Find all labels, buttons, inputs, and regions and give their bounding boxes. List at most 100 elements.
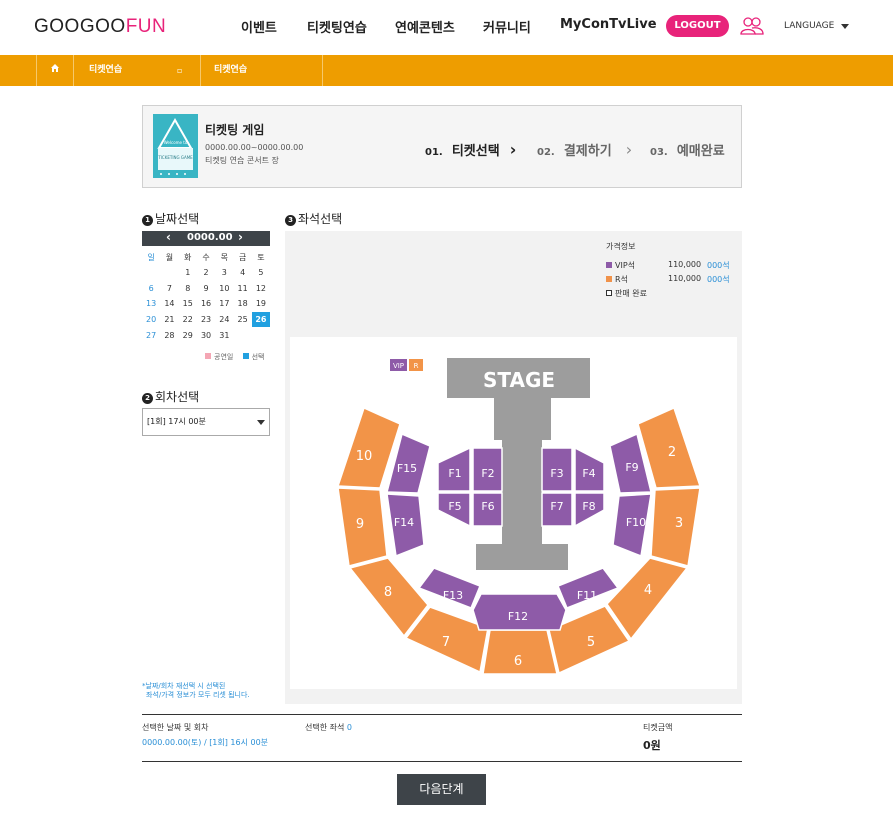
calendar-day[interactable]: 5: [252, 265, 270, 281]
section-5-label: 5: [587, 635, 595, 650]
event-title: 티켓팅 게임: [205, 123, 265, 137]
breadcrumb: 티켓연습 ▫ 티켓연습: [0, 55, 893, 86]
section-f10-label: F10: [626, 516, 646, 529]
step-number-badge: 1: [142, 215, 153, 226]
nav-item-mycontvlive[interactable]: MyConTvLive: [560, 17, 657, 32]
calendar-day[interactable]: 8: [179, 281, 197, 297]
calendar-day[interactable]: 31: [215, 327, 233, 343]
price-value: 0원: [643, 739, 661, 752]
calendar-day[interactable]: 24: [215, 312, 233, 328]
nav-item-entertainment[interactable]: 연예콘텐츠: [395, 17, 455, 36]
poster-text-top: Welcome to: [164, 140, 188, 145]
section-9-label: 9: [356, 517, 364, 532]
calendar-prev-button[interactable]: ‹: [166, 230, 171, 244]
calendar-day[interactable]: 6: [142, 281, 160, 297]
calendar-day[interactable]: 4: [233, 265, 251, 281]
price-row-soldout: 판매 완료: [606, 288, 647, 299]
vip-swatch: [606, 262, 612, 268]
calendar-legend: 공연일 선택: [205, 352, 264, 362]
section-f1-label: F1: [448, 467, 461, 480]
nav-item-community[interactable]: 커뮤니티: [483, 17, 531, 36]
section-f5-label: F5: [448, 500, 461, 513]
calendar-day[interactable]: 28: [160, 327, 178, 343]
r-tag-label: R: [414, 362, 419, 370]
calendar-day[interactable]: 25: [233, 312, 251, 328]
reset-note-line-2: 좌석/가격 정보가 모두 리셋 됩니다.: [146, 691, 250, 699]
calendar-day[interactable]: 23: [197, 312, 215, 328]
calendar-grid: 일월화수목금토 1 2 3 4 5 6 7 8 9 10 11 12 13 14 15 16 17 18 19 20 2…: [142, 250, 271, 343]
summary-bottom-divider: [142, 761, 742, 762]
calendar-day[interactable]: 18: [233, 296, 251, 312]
section-f12-label: F12: [508, 610, 528, 623]
calendar-day[interactable]: 13: [142, 296, 160, 312]
soldout-swatch: [606, 290, 612, 296]
step-2-label: 결제하기: [563, 144, 612, 159]
section-6-label: 6: [514, 654, 522, 669]
price-row-r-name: R석: [615, 275, 628, 284]
section-f13-label: F13: [443, 589, 463, 602]
session-dropdown[interactable]: [1회] 17시 00분: [142, 408, 270, 436]
calendar-day[interactable]: 29: [179, 327, 197, 343]
calendar-empty-cell: [142, 265, 160, 281]
step-1: 01. 티켓선택 ›: [425, 140, 516, 159]
step-1-number: 01.: [425, 147, 443, 158]
calendar-day[interactable]: 26: [251, 311, 271, 328]
calendar-day[interactable]: 27: [142, 327, 160, 343]
calendar-day[interactable]: 16: [197, 296, 215, 312]
section-f13[interactable]: [417, 567, 481, 609]
price-row-soldout-name: 판매 완료: [615, 289, 647, 298]
calendar-day[interactable]: 14: [160, 296, 178, 312]
session-dropdown-value: [1회] 17시 00분: [147, 417, 206, 426]
reset-note-line-1: *날짜/회차 재선택 시 선택된: [142, 682, 226, 690]
breadcrumb-item-1[interactable]: 티켓연습 ▫: [73, 55, 200, 86]
event-dates: 0000.00.00~0000.00.00: [205, 143, 304, 152]
nav-item-events[interactable]: 이벤트: [241, 17, 277, 36]
section-f14-label: F14: [394, 516, 414, 529]
calendar-day[interactable]: 12: [252, 281, 270, 297]
calendar-day[interactable]: 7: [160, 281, 178, 297]
next-step-button[interactable]: 다음단계: [397, 774, 486, 805]
site-logo[interactable]: GOOGOOFUN: [34, 16, 166, 38]
step-2: 02. 결제하기 ›: [537, 140, 632, 159]
price-row-vip-name: VIP석: [615, 261, 636, 270]
step-number-badge: 3: [285, 215, 296, 226]
holiday-swatch: [205, 353, 211, 359]
price-info-title: 가격정보: [606, 242, 636, 251]
selected-swatch: [242, 353, 249, 359]
calendar-day[interactable]: 30: [197, 327, 215, 343]
chevron-down-icon[interactable]: [841, 24, 849, 29]
selected-seat-summary: 선택한 좌석 0: [305, 722, 352, 733]
calendar-day[interactable]: 9: [197, 281, 215, 297]
language-selector[interactable]: LANGUAGE: [784, 21, 834, 31]
calendar-day[interactable]: 20: [142, 312, 160, 328]
step-2-number: 02.: [537, 147, 555, 158]
section-f8-label: F8: [582, 500, 595, 513]
selected-seat-label: 선택한 좌석: [305, 723, 345, 732]
section-2-label: 2: [668, 445, 676, 460]
calendar-day[interactable]: 19: [252, 296, 270, 312]
calendar-header: ‹ 0000.00 ›: [142, 230, 270, 246]
users-icon[interactable]: [740, 16, 764, 36]
calendar-day[interactable]: 15: [179, 296, 197, 312]
weekday-header: 토: [257, 253, 265, 262]
breadcrumb-item-1-label: 티켓연습: [89, 65, 123, 75]
calendar-day[interactable]: 2: [197, 265, 215, 281]
calendar-day[interactable]: 22: [179, 312, 197, 328]
calendar-empty-cell: [252, 327, 270, 343]
calendar-day[interactable]: 10: [215, 281, 233, 297]
calendar-day[interactable]: 21: [160, 312, 178, 328]
calendar-day[interactable]: 11: [233, 281, 251, 297]
date-section-title: 1 날짜선택: [142, 210, 199, 227]
breadcrumb-item-2[interactable]: 티켓연습: [200, 55, 323, 86]
poster-image: Welcome to TICKETING GAME: [153, 114, 198, 178]
seat-section-title: 3 좌석선택: [285, 210, 342, 227]
calendar-day[interactable]: 1: [179, 265, 197, 281]
section-3-label: 3: [675, 516, 683, 531]
calendar-day[interactable]: 3: [215, 265, 233, 281]
calendar-next-button[interactable]: ›: [238, 230, 243, 244]
breadcrumb-home[interactable]: [36, 55, 73, 86]
calendar-month: 0000.00: [187, 232, 233, 243]
logout-button[interactable]: LOGOUT: [666, 15, 729, 37]
nav-item-ticketing-practice[interactable]: 티켓팅연습: [307, 17, 367, 36]
calendar-day[interactable]: 17: [215, 296, 233, 312]
